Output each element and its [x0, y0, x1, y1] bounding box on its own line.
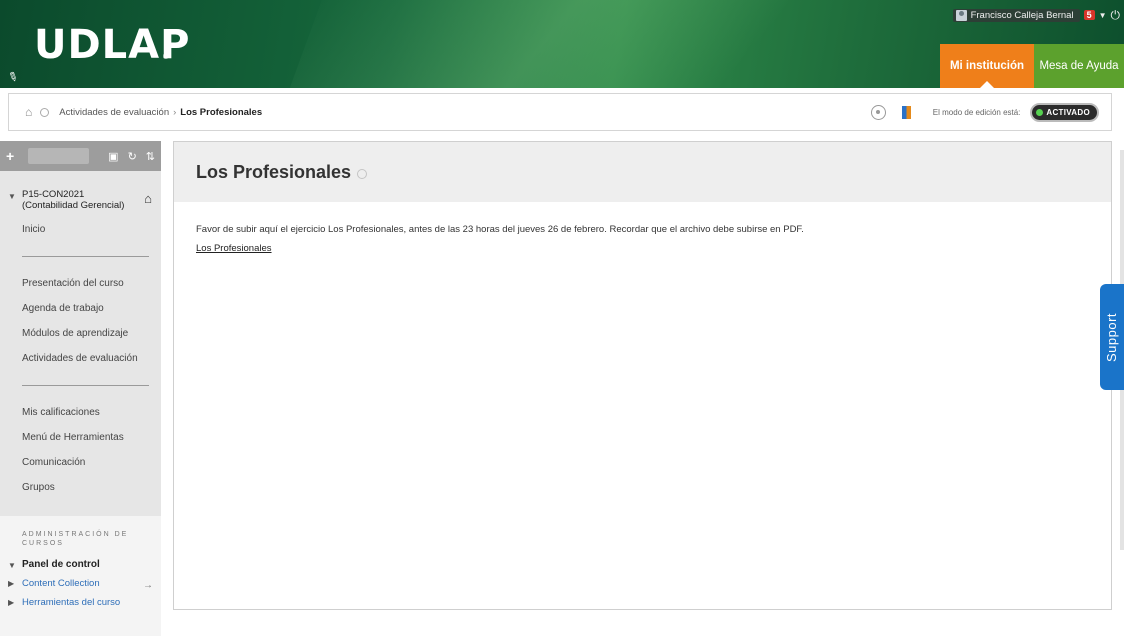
- support-label: Support: [1104, 312, 1120, 362]
- sidebar-item-comunicacion[interactable]: Comunicación: [0, 450, 161, 475]
- item-description: Favor de subir aquí el ejercicio Los Pro…: [196, 224, 804, 235]
- breadcrumb-current: Los Profesionales: [180, 106, 263, 118]
- registered-mark: ®: [163, 52, 169, 61]
- sidebar-item-inicio[interactable]: Inicio: [0, 217, 161, 242]
- sidebar-item-presentacion[interactable]: Presentación del curso: [0, 271, 161, 296]
- control-panel-item[interactable]: ▶ Content Collection →: [0, 570, 161, 591]
- sidebar-item-actividades[interactable]: Actividades de evaluación: [0, 346, 161, 371]
- sidebar-item-modulos[interactable]: Módulos de aprendizaje: [0, 321, 161, 346]
- control-panel-label[interactable]: Panel de control: [22, 559, 100, 570]
- sidebar-item-calificaciones[interactable]: Mis calificaciones: [0, 400, 161, 425]
- user-icon: [955, 9, 967, 21]
- user-bar: Francisco Calleja Bernal 5 ▼ ⏻: [949, 6, 1124, 24]
- collapse-triangle-icon[interactable]: ▼: [8, 558, 22, 570]
- sort-icon[interactable]: ⇅: [146, 150, 155, 163]
- edit-mode-label: El modo de edición está:: [932, 107, 1021, 117]
- top-navigation: Mi institución Mesa de Ayuda: [940, 44, 1124, 88]
- breadcrumb-tools: El modo de edición está: ACTIVADO: [870, 94, 1099, 130]
- course-home-icon[interactable]: ⌂: [144, 191, 152, 206]
- course-menu: + ▣ ↻ ⇅ ▼ P15-CON2021 (Contabilidad Gere…: [0, 141, 161, 636]
- add-menu-item-icon[interactable]: +: [6, 148, 28, 164]
- sidebar-item-agenda[interactable]: Agenda de trabajo: [0, 296, 161, 321]
- options-circle-icon[interactable]: [40, 107, 50, 117]
- content-collection-link[interactable]: Content Collection: [22, 578, 100, 589]
- logout-icon[interactable]: ⏻: [1111, 8, 1121, 23]
- content-area: Los Profesionales Favor de subir aquí el…: [173, 141, 1112, 610]
- help-bookmark-icon[interactable]: [901, 105, 911, 119]
- site-header: UDLAP ® ✎ Francisco Calleja Bernal 5 ▼ ⏻…: [0, 0, 1124, 88]
- tab-mesa-de-ayuda[interactable]: Mesa de Ayuda: [1034, 44, 1124, 88]
- folder-view-icon[interactable]: ▣: [108, 150, 118, 163]
- divider: [22, 256, 149, 257]
- pencil-icon: ✎: [5, 68, 21, 86]
- course-tools-link[interactable]: Herramientas del curso: [22, 597, 120, 608]
- control-panel-item[interactable]: ▶ Herramientas del curso: [0, 589, 161, 608]
- attachment-link[interactable]: Los Profesionales: [174, 235, 1111, 254]
- tab-mi-institucion[interactable]: Mi institución: [940, 44, 1034, 88]
- expand-triangle-icon[interactable]: ▶: [8, 598, 22, 607]
- collapse-triangle-icon[interactable]: ▼: [8, 189, 22, 211]
- expand-triangle-icon[interactable]: ▶: [8, 579, 22, 588]
- home-icon[interactable]: ⌂: [25, 105, 32, 119]
- course-title[interactable]: ▼ P15-CON2021 (Contabilidad Gerencial) ⌂: [0, 171, 161, 211]
- toolbar-spacer: [28, 148, 90, 164]
- user-name: Francisco Calleja Bernal: [970, 9, 1074, 21]
- sidebar-item-grupos[interactable]: Grupos: [0, 475, 161, 500]
- course-name[interactable]: P15-CON2021 (Contabilidad Gerencial): [22, 189, 132, 211]
- sidebar-item-herramientas[interactable]: Menú de Herramientas: [0, 425, 161, 450]
- course-administration: ADMINISTRACIÓN DE CURSOS ▼ Panel de cont…: [0, 516, 161, 636]
- edit-mode-toggle[interactable]: ACTIVADO: [1030, 102, 1099, 122]
- breadcrumb-parent-link[interactable]: Actividades de evaluación: [59, 107, 169, 118]
- chevron-down-icon[interactable]: ▼: [1099, 11, 1107, 20]
- divider: [22, 385, 149, 386]
- options-circle-icon[interactable]: [357, 168, 368, 179]
- admin-heading: ADMINISTRACIÓN DE CURSOS: [22, 531, 129, 547]
- breadcrumb-separator: ›: [173, 106, 177, 118]
- course-menu-toolbar: + ▣ ↻ ⇅: [0, 141, 161, 171]
- content-header: Los Profesionales: [174, 142, 1111, 202]
- page-title: Los Profesionales: [196, 161, 352, 182]
- support-button[interactable]: Support: [1100, 284, 1124, 390]
- udlap-logo[interactable]: UDLAP: [34, 22, 190, 68]
- header-decoration: [263, 0, 857, 88]
- control-panel-header[interactable]: ▼ Panel de control: [0, 548, 161, 571]
- toggle-indicator: [1036, 108, 1044, 116]
- refresh-icon[interactable]: ↻: [128, 150, 137, 163]
- student-preview-icon[interactable]: [870, 104, 886, 120]
- notification-badge[interactable]: 5: [1083, 10, 1095, 20]
- user-menu[interactable]: Francisco Calleja Bernal: [952, 8, 1080, 22]
- breadcrumb: ⌂ Actividades de evaluación › Los Profes…: [8, 93, 1112, 131]
- edit-mode-state: ACTIVADO: [1046, 107, 1090, 117]
